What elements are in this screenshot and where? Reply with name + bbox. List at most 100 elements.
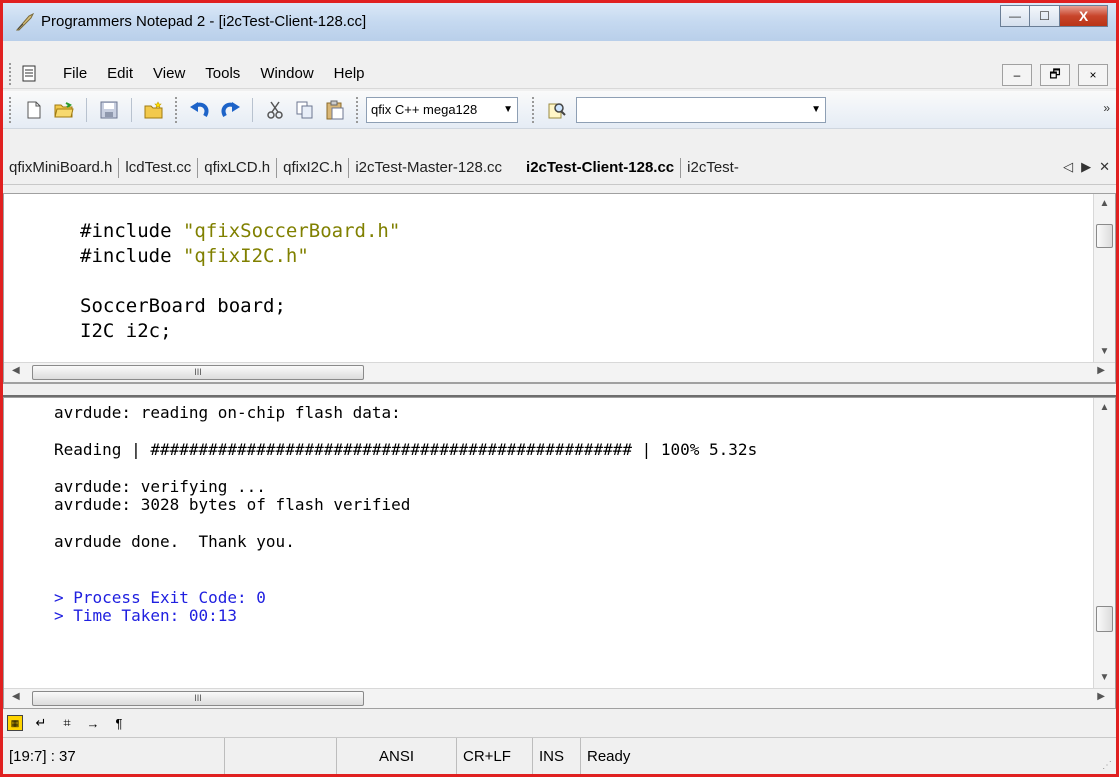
output-blank xyxy=(54,422,757,441)
output-pane[interactable]: avrdude: reading on-chip flash data: Rea… xyxy=(3,397,1116,709)
tab-navigation: ◁ ▶ ✕ xyxy=(1063,159,1110,175)
toolbar-grip[interactable] xyxy=(9,96,13,123)
code-text: I2C i2c; xyxy=(80,320,172,342)
tab-close-icon[interactable]: ✕ xyxy=(1099,159,1110,175)
tab-i2ctest-master[interactable]: i2cTest-Master-128.cc xyxy=(349,159,508,176)
open-folder-icon[interactable] xyxy=(53,99,75,121)
editor-hscroll-thumb[interactable]: III xyxy=(32,365,364,380)
tab-qfixlcd[interactable]: qfixLCD.h xyxy=(198,159,276,176)
status-bar: [19:7] : 37 ANSI CR+LF INS Ready ⋰ xyxy=(3,737,1116,774)
code-line: I2C i2c; xyxy=(80,319,400,344)
minimize-button[interactable]: — xyxy=(1000,5,1030,27)
scroll-down-icon[interactable]: ▼ xyxy=(1094,342,1115,362)
mdi-close-button[interactable]: × xyxy=(1078,64,1108,86)
save-icon[interactable] xyxy=(98,99,120,121)
mdi-minimize-button[interactable]: – xyxy=(1002,64,1032,86)
menu-window[interactable]: Window xyxy=(250,65,323,82)
output-line: avrdude done. Thank you. xyxy=(54,532,295,551)
find-icon[interactable] xyxy=(546,99,568,121)
code-content[interactable]: #include "qfixSoccerBoard.h" #include "q… xyxy=(80,219,400,344)
scroll-right-icon[interactable]: ▶ xyxy=(1097,365,1105,376)
menu-tools[interactable]: Tools xyxy=(195,65,250,82)
code-string: "qfixI2C.h" xyxy=(182,245,309,267)
new-file-icon[interactable] xyxy=(23,99,45,121)
output-toolbar: ▦ ↵ ⌗ → ¶ xyxy=(3,711,1116,735)
chevron-down-icon[interactable]: ▼ xyxy=(811,104,821,115)
scroll-left-icon[interactable]: ◀ xyxy=(12,691,20,702)
output-text[interactable]: avrdude: reading on-chip flash data: Rea… xyxy=(54,404,757,625)
status-insert-mode: INS xyxy=(533,738,581,774)
menu-edit[interactable]: Edit xyxy=(97,65,143,82)
scroll-down-icon[interactable]: ▼ xyxy=(1094,668,1115,688)
menu-grip[interactable] xyxy=(9,62,15,85)
scheme-select-value: qfix C++ mega128 xyxy=(371,102,478,117)
document-icon[interactable] xyxy=(21,65,37,83)
output-vertical-scrollbar[interactable]: ▲ ▼ xyxy=(1093,398,1115,688)
toolbar-grip[interactable] xyxy=(356,96,360,123)
scroll-up-icon[interactable]: ▲ xyxy=(1094,194,1115,214)
output-blank xyxy=(54,570,757,589)
paste-icon[interactable] xyxy=(324,99,346,121)
word-wrap-icon[interactable]: ↵ xyxy=(33,715,49,731)
tab-qfixi2c[interactable]: qfixI2C.h xyxy=(277,159,348,176)
code-text: SoccerBoard board; xyxy=(80,295,286,317)
output-exit-code: > Process Exit Code: 0 xyxy=(54,588,266,607)
tab-scroll-right-icon[interactable]: ▶ xyxy=(1081,159,1091,175)
code-editor[interactable]: #include "qfixSoccerBoard.h" #include "q… xyxy=(3,193,1116,383)
output-window-icon[interactable]: ▦ xyxy=(7,715,23,731)
search-input[interactable]: ▼ xyxy=(576,96,826,123)
close-button[interactable]: X xyxy=(1060,5,1108,27)
editor-vscroll-thumb[interactable] xyxy=(1096,224,1113,248)
tab-qfixminiboard[interactable]: qfixMiniBoard.h xyxy=(3,159,118,176)
app-quill-icon xyxy=(15,12,35,31)
maximize-button[interactable]: ☐ xyxy=(1030,5,1060,27)
menu-bar: File Edit View Tools Window Help – 🗗 × xyxy=(3,59,1116,89)
undo-icon[interactable] xyxy=(189,99,211,121)
mdi-controls: – 🗗 × xyxy=(1002,64,1108,86)
document-tabs: qfixMiniBoard.h lcdTest.cc qfixLCD.h qfi… xyxy=(3,151,1116,185)
chevron-down-icon[interactable]: ▼ xyxy=(503,104,513,115)
output-horizontal-scrollbar[interactable]: ◀ III ▶ xyxy=(4,688,1115,708)
code-text: #include xyxy=(80,220,183,242)
tab-scroll-left-icon[interactable]: ◁ xyxy=(1063,159,1073,175)
status-blank xyxy=(225,738,337,774)
show-eol-icon[interactable]: ¶ xyxy=(111,715,127,731)
mdi-restore-button[interactable]: 🗗 xyxy=(1040,64,1070,86)
toolbar-grip[interactable] xyxy=(175,96,179,123)
output-time-taken: > Time Taken: 00:13 xyxy=(54,606,238,625)
scroll-left-icon[interactable]: ◀ xyxy=(12,365,20,376)
cut-icon[interactable] xyxy=(264,99,286,121)
redo-icon[interactable] xyxy=(219,99,241,121)
editor-vertical-scrollbar[interactable]: ▲ ▼ xyxy=(1093,194,1115,362)
tab-lcdtest[interactable]: lcdTest.cc xyxy=(119,159,197,176)
output-vscroll-thumb[interactable] xyxy=(1096,606,1113,632)
tab-i2ctest-truncated[interactable]: i2cTest- xyxy=(681,159,745,176)
menu-help[interactable]: Help xyxy=(324,65,375,82)
output-hscroll-thumb[interactable]: III xyxy=(32,691,364,706)
app-window: Programmers Notepad 2 - [i2cTest-Client-… xyxy=(0,0,1119,777)
toolbar-overflow-icon[interactable]: » xyxy=(1103,101,1110,115)
scheme-select[interactable]: qfix C++ mega128 ▼ xyxy=(366,96,518,123)
status-encoding: ANSI xyxy=(337,738,457,774)
output-blank xyxy=(54,551,757,570)
copy-icon[interactable] xyxy=(294,99,316,121)
show-tabs-icon[interactable]: → xyxy=(85,715,101,731)
scroll-right-icon[interactable]: ▶ xyxy=(1097,691,1105,702)
menu-file[interactable]: File xyxy=(53,65,97,82)
toolbar-separator xyxy=(86,97,87,122)
menu-view[interactable]: View xyxy=(143,65,195,82)
scroll-up-icon[interactable]: ▲ xyxy=(1094,398,1115,418)
toolbar-grip[interactable] xyxy=(532,96,536,123)
title-bar[interactable]: Programmers Notepad 2 - [i2cTest-Client-… xyxy=(3,3,1116,41)
code-text: #include xyxy=(80,245,183,267)
new-project-icon[interactable] xyxy=(143,99,165,121)
editor-horizontal-scrollbar[interactable]: ◀ III ▶ xyxy=(4,362,1115,382)
status-state: Ready xyxy=(587,747,631,765)
resize-grip-icon[interactable]: ⋰ xyxy=(1102,760,1114,772)
output-line: avrdude: 3028 bytes of flash verified xyxy=(54,495,411,514)
indent-guides-icon[interactable]: ⌗ xyxy=(59,715,75,731)
tab-i2ctest-client[interactable]: i2cTest-Client-128.cc xyxy=(520,159,680,176)
pane-splitter[interactable] xyxy=(3,383,1116,397)
output-blank xyxy=(54,514,757,533)
